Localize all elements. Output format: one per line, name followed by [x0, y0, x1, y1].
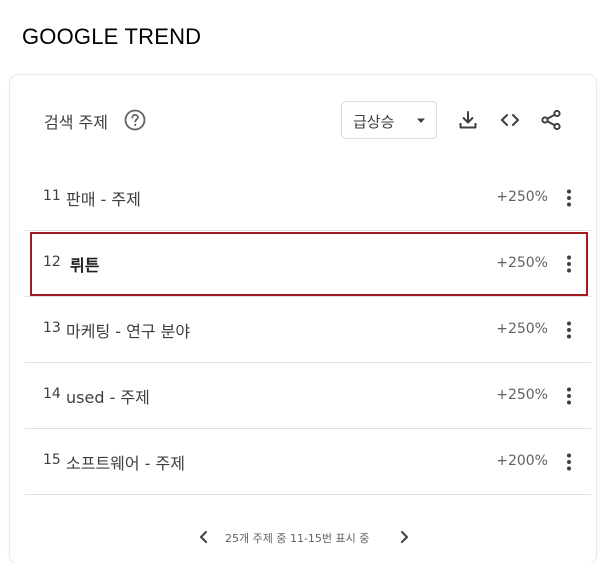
topic-change: +250%	[496, 255, 548, 271]
embed-code-icon[interactable]	[498, 108, 522, 132]
card-header: 검색 주제 급상승	[10, 75, 596, 165]
topic-term[interactable]: 판매 - 주제	[66, 186, 141, 210]
share-icon[interactable]	[539, 108, 563, 132]
more-vert-icon[interactable]	[557, 186, 581, 210]
download-icon[interactable]	[456, 108, 480, 132]
card-title: 검색 주제	[44, 113, 108, 132]
topic-rank: 12	[43, 254, 61, 270]
topic-term[interactable]: 뤼튼	[70, 252, 99, 276]
topic-change: +200%	[496, 453, 548, 469]
chevron-left-icon[interactable]	[196, 529, 212, 545]
topic-change: +250%	[496, 321, 548, 337]
topics-list: 11 판매 - 주제 +250% 12 뤼튼 +250% 13 마케팅 - 연구…	[25, 165, 591, 495]
arrow-drop-down-icon	[417, 118, 425, 123]
more-vert-icon[interactable]	[557, 384, 581, 408]
topic-row[interactable]: 15 소프트웨어 - 주제 +200%	[25, 429, 591, 495]
sort-dropdown[interactable]: 급상승	[341, 101, 437, 139]
topic-rank: 11	[43, 188, 61, 204]
page-title: GOOGLE TREND	[22, 24, 202, 49]
topic-term[interactable]: 소프트웨어 - 주제	[66, 450, 185, 474]
topic-term[interactable]: 마케팅 - 연구 분야	[66, 318, 190, 342]
topic-rank: 14	[43, 386, 61, 402]
chevron-right-icon[interactable]	[396, 529, 412, 545]
topic-row[interactable]: 14 used - 주제 +250%	[25, 363, 591, 429]
more-vert-icon[interactable]	[557, 450, 581, 474]
topic-rank: 15	[43, 452, 61, 468]
topic-rank: 13	[43, 320, 61, 336]
topic-change: +250%	[496, 189, 548, 205]
topic-row[interactable]: 11 판매 - 주제 +250%	[25, 165, 591, 231]
topic-change: +250%	[496, 387, 548, 403]
sort-dropdown-value: 급상승	[353, 113, 395, 131]
more-vert-icon[interactable]	[557, 318, 581, 342]
topic-row-highlighted[interactable]: 12 뤼튼 +250%	[25, 231, 591, 297]
pagination-status: 25개 주제 중 11-15번 표시 중	[225, 532, 370, 545]
help-circle-icon[interactable]	[123, 108, 147, 132]
pagination: 25개 주제 중 11-15번 표시 중	[10, 524, 596, 554]
related-topics-card: 검색 주제 급상승 11 판매 - 주제 +250% 12 뤼튼 +250% 1…	[10, 75, 596, 563]
topic-row[interactable]: 13 마케팅 - 연구 분야 +250%	[25, 297, 591, 363]
topic-term[interactable]: used - 주제	[66, 384, 150, 408]
more-vert-icon[interactable]	[557, 252, 581, 276]
